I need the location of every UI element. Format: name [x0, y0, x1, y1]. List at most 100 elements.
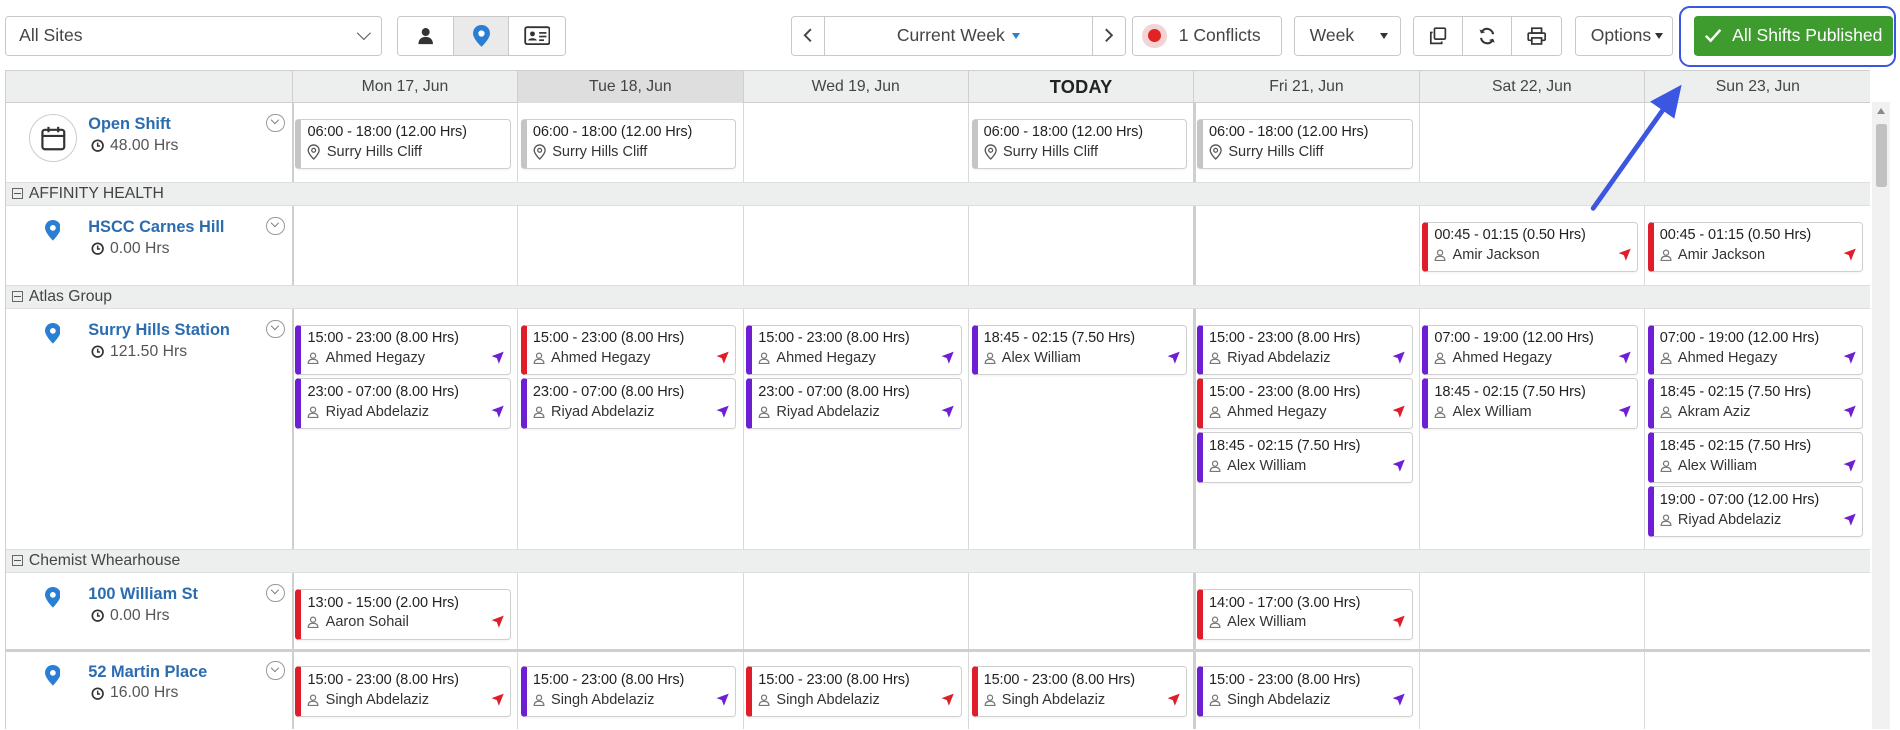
- shift-card[interactable]: 14:00 - 17:00 (3.00 Hrs) Alex William: [1196, 588, 1413, 640]
- site-name-link[interactable]: 52 Martin Place: [88, 663, 207, 682]
- map-marker-icon: [533, 144, 546, 160]
- prev-week-button[interactable]: [792, 16, 825, 55]
- options-dropdown[interactable]: Options: [1575, 15, 1674, 56]
- clock-icon: [91, 139, 104, 152]
- shift-card[interactable]: 18:45 - 02:15 (7.50 Hrs) Alex William: [1196, 432, 1413, 484]
- expand-chevron-icon[interactable]: [266, 319, 285, 338]
- shift-card[interactable]: 15:00 - 23:00 (8.00 Hrs) Singh Abdelaziz: [1196, 666, 1413, 718]
- view-range-select[interactable]: Week: [1294, 15, 1401, 56]
- employee-name: Riyad Abdelaziz: [1677, 511, 1782, 528]
- site-row-header: 100 William St 0.00 Hrs: [6, 573, 292, 646]
- employee-name: Ahmed Hegazy: [1452, 349, 1552, 366]
- status-flag: [1618, 248, 1631, 265]
- shift-card[interactable]: 15:00 - 23:00 (8.00 Hrs) Ahmed Hegazy: [746, 324, 962, 376]
- shift-card[interactable]: 07:00 - 19:00 (12.00 Hrs) Ahmed Hegazy: [1422, 324, 1638, 376]
- week-dropdown[interactable]: Current Week: [825, 25, 1092, 46]
- employee-name: Riyad Abdelaziz: [551, 403, 655, 420]
- shift-assignee: Singh Abdelaziz: [984, 692, 1187, 708]
- group-title: Atlas Group: [28, 287, 112, 305]
- publish-button[interactable]: All Shifts Published: [1693, 15, 1893, 56]
- shift-card[interactable]: 15:00 - 23:00 (8.00 Hrs) Singh Abdelaziz: [746, 666, 962, 718]
- status-flag: [491, 615, 504, 632]
- site-hours: 0.00 Hrs: [91, 607, 170, 625]
- expand-chevron-icon[interactable]: [266, 113, 285, 132]
- employee-name: Singh Abdelaziz: [1227, 691, 1331, 708]
- person-outline-icon: [1209, 352, 1221, 365]
- site-name-link[interactable]: HSCC Carnes Hill: [88, 218, 224, 237]
- group-header[interactable]: Chemist Whearhouse: [5, 548, 1870, 573]
- shift-card[interactable]: 15:00 - 23:00 (8.00 Hrs) Ahmed Hegazy: [520, 324, 737, 376]
- shift-card[interactable]: 18:45 - 02:15 (7.50 Hrs) Alex William: [1422, 378, 1638, 430]
- shift-card[interactable]: 00:45 - 01:15 (0.50 Hrs) Amir Jackson: [1647, 221, 1864, 273]
- print-button[interactable]: [1512, 17, 1561, 55]
- shift-card[interactable]: 00:45 - 01:15 (0.50 Hrs) Amir Jackson: [1422, 221, 1638, 273]
- shift-card[interactable]: 18:45 - 02:15 (7.50 Hrs) Alex William: [1647, 432, 1864, 484]
- status-arrow-icon: [1392, 615, 1405, 628]
- group-header[interactable]: Atlas Group: [5, 284, 1870, 309]
- site-select[interactable]: All Sites: [4, 15, 382, 56]
- shift-card[interactable]: 15:00 - 23:00 (8.00 Hrs) Singh Abdelaziz: [295, 666, 512, 718]
- person-view-button[interactable]: [398, 16, 454, 55]
- group-title: Chemist Whearhouse: [28, 551, 181, 569]
- person-outline-icon: [1209, 616, 1221, 629]
- shift-assignee: Alex William: [1660, 458, 1863, 474]
- scrollbar-thumb[interactable]: [1875, 123, 1887, 187]
- expand-chevron-icon[interactable]: [266, 216, 285, 235]
- status-flag: [1392, 405, 1405, 422]
- site-pin: [44, 323, 61, 349]
- shift-time: 15:00 - 23:00 (8.00 Hrs): [983, 672, 1135, 689]
- status-arrow-icon: [491, 405, 504, 418]
- shift-card[interactable]: 19:00 - 07:00 (12.00 Hrs) Riyad Abdelaziz: [1647, 486, 1864, 538]
- shift-card[interactable]: 23:00 - 07:00 (8.00 Hrs) Riyad Abdelaziz: [520, 378, 737, 430]
- clock-icon: [91, 345, 104, 358]
- shift-card[interactable]: 15:00 - 23:00 (8.00 Hrs) Singh Abdelaziz: [971, 666, 1188, 718]
- shift-card[interactable]: 06:00 - 18:00 (12.00 Hrs) Surry Hills Cli…: [295, 118, 512, 170]
- status-flag: [1167, 351, 1180, 368]
- open-shift-link[interactable]: Open Shift: [88, 115, 171, 134]
- hours-value: 0.00 Hrs: [110, 239, 170, 257]
- shift-card[interactable]: 13:00 - 15:00 (2.00 Hrs) Aaron Sohail: [295, 588, 512, 640]
- status-arrow-icon: [1843, 405, 1856, 418]
- shift-card[interactable]: 23:00 - 07:00 (8.00 Hrs) Riyad Abdelaziz: [295, 378, 512, 430]
- site-view-button[interactable]: [453, 16, 510, 55]
- collapse-icon[interactable]: [11, 291, 23, 303]
- shift-card[interactable]: 15:00 - 23:00 (8.00 Hrs) Ahmed Hegazy: [295, 324, 512, 376]
- next-week-button[interactable]: [1091, 16, 1125, 55]
- collapse-icon[interactable]: [11, 555, 23, 567]
- shift-card[interactable]: 07:00 - 19:00 (12.00 Hrs) Ahmed Hegazy: [1647, 324, 1864, 376]
- expand-chevron-icon[interactable]: [266, 661, 285, 680]
- conflicts-label: 1 Conflicts: [1178, 25, 1261, 46]
- shift-card[interactable]: 06:00 - 18:00 (12.00 Hrs) Surry Hills Cli…: [520, 118, 737, 170]
- employee-name: Alex William: [1001, 349, 1081, 366]
- status-flag: [716, 693, 729, 710]
- copy-button[interactable]: [1414, 16, 1463, 55]
- status-flag: [1843, 248, 1856, 265]
- site-name-link[interactable]: 100 William St: [88, 585, 198, 604]
- shift-card[interactable]: 15:00 - 23:00 (8.00 Hrs) Riyad Abdelaziz: [1196, 324, 1413, 376]
- refresh-button[interactable]: [1463, 16, 1512, 55]
- site-name-link[interactable]: Surry Hills Station: [88, 321, 230, 340]
- card-view-button[interactable]: [509, 17, 564, 55]
- conflicts-button[interactable]: 1 Conflicts: [1131, 15, 1282, 56]
- expand-chevron-icon[interactable]: [266, 583, 285, 602]
- shift-card[interactable]: 15:00 - 23:00 (8.00 Hrs) Singh Abdelaziz: [520, 666, 737, 718]
- shift-assignee: Riyad Abdelaziz: [1660, 512, 1863, 528]
- location-pin-icon: [44, 587, 61, 609]
- shift-card[interactable]: 15:00 - 23:00 (8.00 Hrs) Ahmed Hegazy: [1196, 378, 1413, 430]
- shift-card[interactable]: 18:45 - 02:15 (7.50 Hrs) Alex William: [971, 324, 1188, 376]
- shift-card[interactable]: 23:00 - 07:00 (8.00 Hrs) Riyad Abdelaziz: [746, 378, 962, 430]
- chevron-left-icon: [803, 28, 812, 43]
- hours-value: 121.50 Hrs: [110, 342, 188, 360]
- person-outline-icon: [308, 406, 319, 418]
- shift-card[interactable]: 06:00 - 18:00 (12.00 Hrs) Surry Hills Cli…: [1196, 118, 1413, 170]
- shift-time: 23:00 - 07:00 (8.00 Hrs): [532, 384, 685, 401]
- pointer-arrow-annotation: [1590, 84, 1682, 211]
- collapse-icon[interactable]: [11, 188, 23, 200]
- person-outline-icon: [308, 616, 319, 629]
- employee-name: Riyad Abdelaziz: [1227, 349, 1331, 366]
- shift-card[interactable]: 18:45 - 02:15 (7.50 Hrs) Akram Aziz: [1647, 378, 1864, 430]
- shift-card[interactable]: 06:00 - 18:00 (12.00 Hrs) Surry Hills Cli…: [971, 118, 1188, 170]
- status-flag: [941, 405, 955, 422]
- vertical-scrollbar[interactable]: [1872, 101, 1891, 730]
- employee-name: Riyad Abdelaziz: [325, 403, 430, 420]
